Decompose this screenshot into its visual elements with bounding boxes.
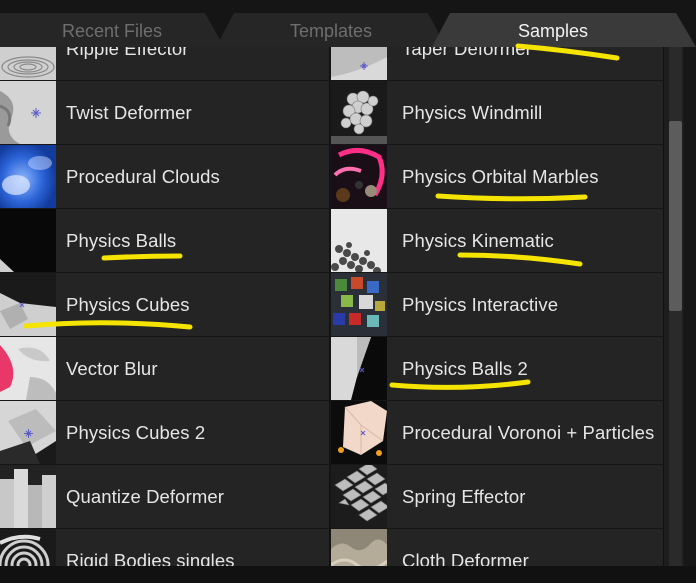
- tab-recent-files[interactable]: Recent Files: [0, 13, 224, 47]
- sample-label: Procedural Voronoi + Particles: [402, 422, 655, 443]
- sample-label: Procedural Clouds: [66, 166, 220, 187]
- list-row: Vector Blur Physics Balls 2: [0, 337, 664, 400]
- windmill-thumbnail: [331, 81, 387, 144]
- list-row: Quantize Deformer Spring Effector: [0, 465, 664, 528]
- scrollbar-thumb[interactable]: [669, 121, 682, 311]
- bottom-strip: [0, 566, 696, 583]
- sample-label: Physics Cubes 2: [66, 422, 206, 443]
- sample-physics-cubes[interactable]: Physics Cubes: [0, 273, 330, 336]
- cubes2-thumbnail: [0, 401, 56, 464]
- tab-label: Templates: [289, 21, 373, 41]
- twist-thumbnail: [0, 81, 56, 144]
- sample-label: Physics Orbital Marbles: [402, 166, 599, 187]
- sample-spring-effector[interactable]: Spring Effector: [331, 465, 664, 528]
- sample-ripple-effector[interactable]: Ripple Effector: [0, 47, 330, 80]
- ripple-thumbnail: [0, 47, 56, 80]
- sample-physics-balls[interactable]: Physics Balls: [0, 209, 330, 272]
- sample-label: Spring Effector: [402, 486, 526, 507]
- sample-label: Taper Deformer: [402, 47, 532, 59]
- sample-label: Physics Windmill: [402, 102, 543, 123]
- sample-taper-deformer[interactable]: Taper Deformer: [331, 47, 664, 80]
- sample-label: Quantize Deformer: [66, 486, 224, 507]
- kinematic-thumbnail: [331, 209, 387, 272]
- sample-label: Ripple Effector: [66, 47, 189, 59]
- tab-label: Samples: [517, 21, 589, 41]
- list-row: Physics Balls Physics Kinematic: [0, 209, 664, 272]
- sample-quantize-deformer[interactable]: Quantize Deformer: [0, 465, 330, 528]
- sample-physics-balls-2[interactable]: Physics Balls 2: [331, 337, 664, 400]
- panel-edge: [684, 47, 696, 583]
- sample-label: Twist Deformer: [66, 102, 192, 123]
- sample-label: Physics Balls 2: [402, 358, 528, 379]
- balls2-thumbnail: [331, 337, 387, 400]
- voronoi-thumbnail: [331, 401, 387, 464]
- sample-physics-kinematic[interactable]: Physics Kinematic: [331, 209, 664, 272]
- tab-label: Recent Files: [61, 21, 163, 41]
- cubes-thumbnail: [0, 273, 56, 336]
- list-row: Ripple Effector Taper Deformer: [0, 47, 664, 80]
- interactive-thumbnail: [331, 273, 387, 336]
- list-row: Physics Cubes 2 Procedural Voronoi + Par…: [0, 401, 664, 464]
- list-row: Procedural Clouds Physics Orbital Marble…: [0, 145, 664, 208]
- spring-thumbnail: [331, 465, 387, 528]
- samples-grid: Ripple Effector Taper Deformer Twist Def…: [0, 47, 664, 583]
- tab-templates[interactable]: Templates: [216, 13, 446, 47]
- taper-thumbnail: [331, 47, 387, 80]
- balls-thumbnail: [0, 209, 56, 272]
- vectorblur-thumbnail: [0, 337, 56, 400]
- sample-label: Physics Interactive: [402, 294, 559, 315]
- sample-label: Physics Kinematic: [402, 230, 554, 251]
- quantize-thumbnail: [0, 465, 56, 528]
- sample-physics-interactive[interactable]: Physics Interactive: [331, 273, 664, 336]
- sample-label: Physics Cubes: [66, 294, 190, 315]
- sample-physics-windmill[interactable]: Physics Windmill: [331, 81, 664, 144]
- sample-vector-blur[interactable]: Vector Blur: [0, 337, 330, 400]
- marbles-thumbnail: [331, 145, 387, 208]
- list-row: Physics Cubes Physics Interactive: [0, 273, 664, 336]
- sample-procedural-clouds[interactable]: Procedural Clouds: [0, 145, 330, 208]
- tab-bar: Recent Files Templates Samples: [0, 0, 696, 47]
- clouds-thumbnail: [0, 145, 56, 208]
- tab-samples[interactable]: Samples: [432, 13, 696, 47]
- sample-label: Vector Blur: [66, 358, 158, 379]
- sample-procedural-voronoi-particles[interactable]: Procedural Voronoi + Particles: [331, 401, 664, 464]
- list-row: Twist Deformer Physics Windmill: [0, 81, 664, 144]
- sample-twist-deformer[interactable]: Twist Deformer: [0, 81, 330, 144]
- sample-physics-orbital-marbles[interactable]: Physics Orbital Marbles: [331, 145, 664, 208]
- sample-physics-cubes-2[interactable]: Physics Cubes 2: [0, 401, 330, 464]
- sample-label: Physics Balls: [66, 230, 177, 251]
- sample-browser-window: Recent Files Templates Samples Ripple Ef…: [0, 0, 696, 583]
